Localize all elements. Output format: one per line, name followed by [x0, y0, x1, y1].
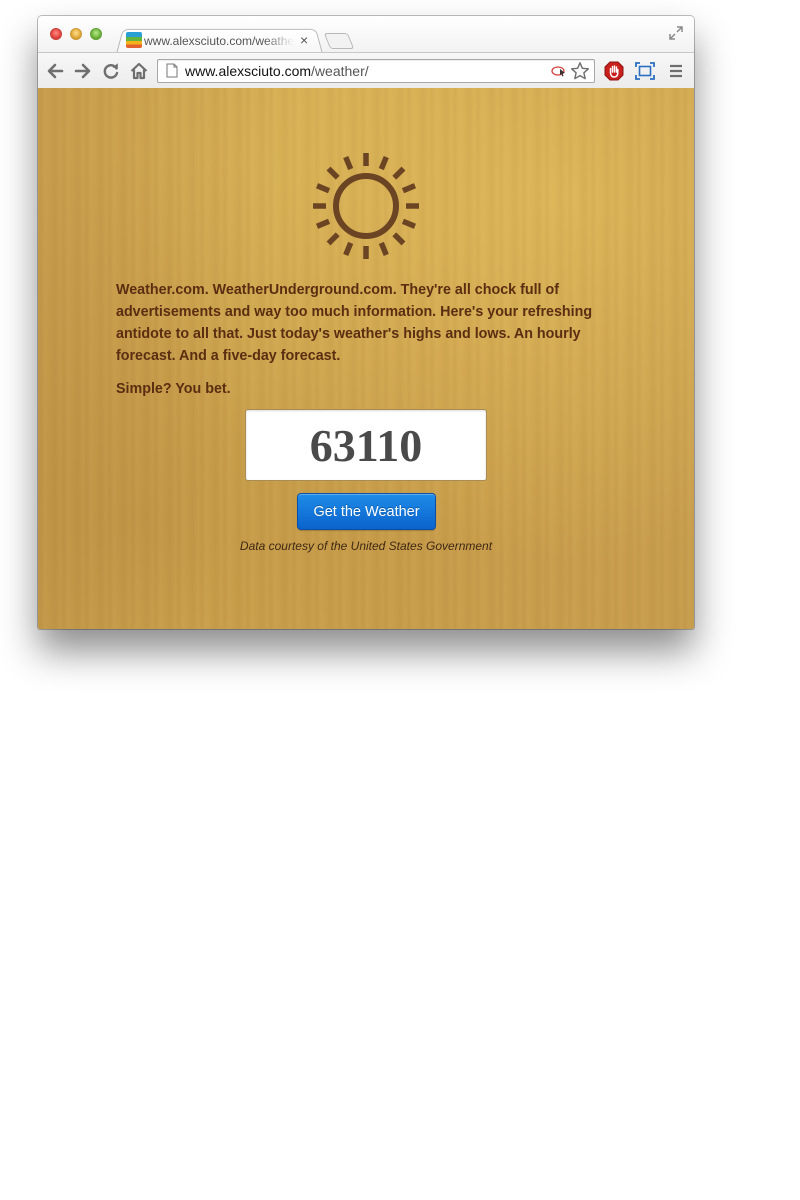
screen-capture-icon[interactable]: [635, 61, 655, 81]
intro-paragraph: Weather.com. WeatherUnderground.com. The…: [116, 282, 593, 364]
sun-icon: [313, 153, 419, 259]
url-text: www.alexsciuto.com/weather/: [185, 63, 369, 79]
url-host: www.alexsciuto.com: [185, 63, 312, 79]
sun-ray: [401, 218, 417, 229]
sun-ray: [392, 232, 406, 246]
browser-toolbar: www.alexsciuto.com/weather/: [38, 52, 694, 89]
stop-hand-icon[interactable]: [604, 61, 624, 81]
page-icon: [166, 63, 178, 78]
window-minimize-button[interactable]: [70, 28, 82, 40]
home-icon[interactable]: [129, 61, 149, 81]
tab-strip: www.alexsciuto.com/weather/ ×: [38, 16, 694, 54]
sun-ray: [378, 241, 389, 257]
sun-ray: [343, 155, 354, 171]
tab-close-button[interactable]: ×: [300, 32, 308, 48]
arrow-right-icon[interactable]: [73, 61, 93, 81]
sun-ray: [315, 183, 331, 194]
reload-icon[interactable]: [101, 61, 121, 81]
window-close-button[interactable]: [50, 28, 62, 40]
page-action-icon[interactable]: [551, 65, 567, 77]
sun-ray: [392, 166, 406, 180]
tab-title: www.alexsciuto.com/weather/: [144, 34, 294, 48]
fullscreen-arrows-icon[interactable]: [669, 26, 683, 40]
sun-ray: [378, 155, 389, 171]
hamburger-menu-icon[interactable]: [666, 61, 686, 81]
window-zoom-button[interactable]: [90, 28, 102, 40]
sun-ray: [326, 232, 340, 246]
tagline: Simple? You bet.: [116, 381, 231, 397]
data-credit: Data courtesy of the United States Gover…: [239, 539, 493, 553]
browser-tab-content[interactable]: www.alexsciuto.com/weather/ ×: [124, 31, 314, 51]
page-viewport: Weather.com. WeatherUnderground.com. The…: [38, 88, 694, 629]
zip-code-input[interactable]: [245, 409, 487, 481]
sun-ray: [343, 241, 354, 257]
star-icon[interactable]: [570, 61, 590, 81]
new-tab-button[interactable]: [323, 33, 355, 49]
sun-ray: [401, 183, 417, 194]
address-bar[interactable]: www.alexsciuto.com/weather/: [157, 59, 595, 83]
browser-window: www.alexsciuto.com/weather/ × www.alexsc…: [38, 16, 694, 629]
favicon-icon: [126, 32, 142, 48]
sun-ray: [326, 166, 340, 180]
get-weather-button[interactable]: Get the Weather: [297, 493, 436, 530]
arrow-left-icon[interactable]: [45, 61, 65, 81]
url-path: /weather/: [311, 63, 369, 79]
sun-ray: [315, 218, 331, 229]
